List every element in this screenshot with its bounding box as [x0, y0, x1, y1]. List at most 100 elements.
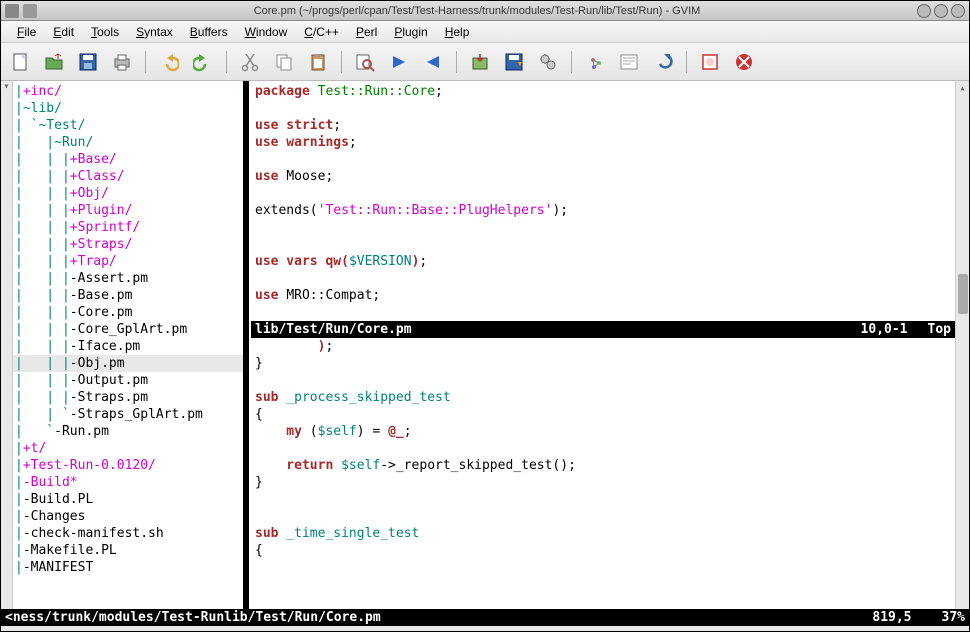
menu-edit[interactable]: Edit [45, 22, 82, 42]
tree-item[interactable]: |-Changes [13, 508, 243, 525]
toolbar [1, 43, 969, 81]
menu-tools[interactable]: Tools [83, 22, 127, 42]
code-line[interactable] [251, 491, 955, 508]
open-icon[interactable] [41, 49, 67, 75]
menu-buffers[interactable]: Buffers [182, 22, 236, 42]
tree-item[interactable]: | `-Run.pm [13, 423, 243, 440]
redo-icon[interactable] [190, 49, 216, 75]
code-pane[interactable]: package Test::Run::Core; use strict;use … [251, 81, 955, 609]
tree-item[interactable]: | | |+Straps/ [13, 236, 243, 253]
undo-icon[interactable] [156, 49, 182, 75]
pin-icon[interactable] [23, 4, 37, 18]
code-line[interactable]: ); [251, 338, 955, 355]
save-icon[interactable] [75, 49, 101, 75]
tree-item[interactable]: | | |-Base.pm [13, 287, 243, 304]
tree-item[interactable]: | | |-Obj.pm [13, 355, 243, 372]
split-divider[interactable] [243, 81, 251, 609]
code-line[interactable]: } [251, 355, 955, 372]
code-line[interactable] [251, 440, 955, 457]
file-tree-pane[interactable]: |+inc/|~lib/| `~Test/| |~Run/| | |+Base/… [13, 81, 243, 609]
code-line[interactable]: use MRO::Compat; [251, 287, 955, 304]
menu-cc[interactable]: C/C++ [296, 22, 347, 42]
tree-item[interactable]: | | |-Output.pm [13, 372, 243, 389]
tree-item[interactable]: | | |-Straps.pm [13, 389, 243, 406]
code-line[interactable]: sub _time_single_test [251, 525, 955, 542]
tree-item[interactable]: | | |+Plugin/ [13, 202, 243, 219]
code-line[interactable]: use Moose; [251, 168, 955, 185]
maximize-button[interactable] [934, 4, 948, 18]
code-line[interactable]: use vars qw($VERSION); [251, 253, 955, 270]
tree-item[interactable]: |-check-manifest.sh [13, 525, 243, 542]
print-icon[interactable] [109, 49, 135, 75]
menu-window[interactable]: Window [237, 22, 296, 42]
code-line[interactable] [251, 219, 955, 236]
menu-perl[interactable]: Perl [348, 22, 385, 42]
tree-item[interactable]: | `~Test/ [13, 117, 243, 134]
code-line[interactable]: use warnings; [251, 134, 955, 151]
load-session-icon[interactable] [467, 49, 493, 75]
next-icon[interactable] [386, 49, 412, 75]
tree-item[interactable]: |-Makefile.PL [13, 542, 243, 559]
code-line[interactable]: { [251, 542, 955, 559]
fold-gutter[interactable]: ▾ [1, 81, 13, 609]
code-line[interactable] [251, 100, 955, 117]
code-line[interactable]: use strict; [251, 117, 955, 134]
tree-item[interactable]: |+t/ [13, 440, 243, 457]
code-line[interactable] [251, 185, 955, 202]
bottom-status-file-path: lib/Test/Run/Core.pm [224, 610, 381, 625]
tree-item[interactable]: |~lib/ [13, 100, 243, 117]
code-line[interactable]: { [251, 406, 955, 423]
tree-item[interactable]: |-Build.PL [13, 491, 243, 508]
find-help-icon[interactable] [731, 49, 757, 75]
menu-plugin[interactable]: Plugin [386, 22, 435, 42]
new-file-icon[interactable] [7, 49, 33, 75]
tree-item[interactable]: | |~Run/ [13, 134, 243, 151]
window-resize-grip[interactable] [1, 626, 969, 631]
paste-icon[interactable] [305, 49, 331, 75]
tree-item[interactable]: | | |-Core.pm [13, 304, 243, 321]
code-line[interactable]: sub _process_skipped_test [251, 389, 955, 406]
run-script-icon[interactable] [535, 49, 561, 75]
code-line[interactable] [251, 151, 955, 168]
code-line[interactable]: package Test::Run::Core; [251, 83, 955, 100]
scroll-thumb[interactable] [958, 274, 968, 314]
tree-item[interactable]: | | |+Trap/ [13, 253, 243, 270]
tree-item[interactable]: | | |-Iface.pm [13, 338, 243, 355]
code-line[interactable]: extends('Test::Run::Base::PlugHelpers'); [251, 202, 955, 219]
menu-syntax[interactable]: Syntax [128, 22, 181, 42]
tree-item[interactable]: |+Test-Run-0.0120/ [13, 457, 243, 474]
code-line[interactable] [251, 270, 955, 287]
tree-item[interactable]: | | |+Obj/ [13, 185, 243, 202]
code-line[interactable] [251, 508, 955, 525]
tree-item[interactable]: | | |-Core_GplArt.pm [13, 321, 243, 338]
save-session-icon[interactable] [501, 49, 527, 75]
code-line[interactable]: } [251, 474, 955, 491]
code-line[interactable]: return $self->_report_skipped_test(); [251, 457, 955, 474]
code-line[interactable]: my ($self) = @_; [251, 423, 955, 440]
tree-item[interactable]: | | |-Assert.pm [13, 270, 243, 287]
close-button[interactable] [951, 4, 965, 18]
scrollbar[interactable]: ▴ [955, 81, 969, 609]
tags-icon[interactable] [650, 49, 676, 75]
tree-item[interactable]: |-Build* [13, 474, 243, 491]
tree-item[interactable]: | | `-Straps_GplArt.pm [13, 406, 243, 423]
find-icon[interactable] [352, 49, 378, 75]
copy-icon[interactable] [271, 49, 297, 75]
scroll-up-icon[interactable]: ▴ [959, 83, 965, 94]
code-line[interactable] [251, 236, 955, 253]
make-icon[interactable] [582, 49, 608, 75]
code-line[interactable] [251, 304, 955, 321]
help-icon[interactable] [697, 49, 723, 75]
minimize-button[interactable] [917, 4, 931, 18]
tree-item[interactable]: | | |+Base/ [13, 151, 243, 168]
menu-file[interactable]: File [9, 22, 44, 42]
shell-icon[interactable] [616, 49, 642, 75]
prev-icon[interactable] [420, 49, 446, 75]
tree-item[interactable]: | | |+Sprintf/ [13, 219, 243, 236]
cut-icon[interactable] [237, 49, 263, 75]
tree-item[interactable]: |+inc/ [13, 83, 243, 100]
tree-item[interactable]: | | |+Class/ [13, 168, 243, 185]
code-line[interactable] [251, 372, 955, 389]
tree-item[interactable]: |-MANIFEST [13, 559, 243, 576]
menu-help[interactable]: Help [437, 22, 478, 42]
